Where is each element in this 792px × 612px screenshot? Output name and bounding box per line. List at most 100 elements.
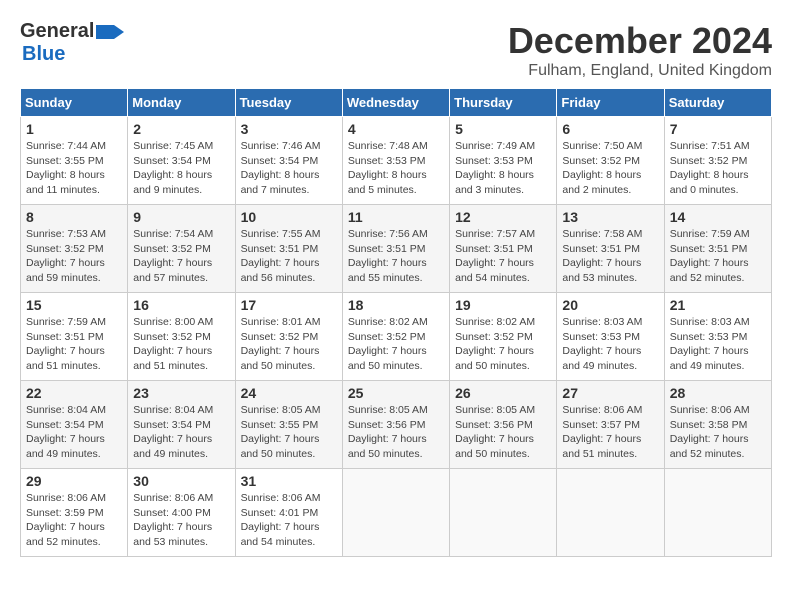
day-info: Sunrise: 7:59 AMSunset: 3:51 PMDaylight:… <box>670 227 766 286</box>
calendar-cell: 13Sunrise: 7:58 AMSunset: 3:51 PMDayligh… <box>557 205 664 293</box>
calendar-cell: 12 Sunrise: 7:57 AMSunset: 3:51 PMDayligh… <box>450 205 557 293</box>
day-info: Sunrise: 8:02 AMSunset: 3:52 PMDaylight:… <box>348 315 444 374</box>
weekday-header-tuesday: Tuesday <box>235 89 342 117</box>
location-subtitle: Fulham, England, United Kingdom <box>508 62 772 80</box>
calendar-cell: 28 Sunrise: 8:06 AMSunset: 3:58 PMDayligh… <box>664 381 771 469</box>
day-info: Sunrise: 7:54 AMSunset: 3:52 PMDaylight:… <box>133 227 229 286</box>
calendar-cell: 3 Sunrise: 7:46 AMSunset: 3:54 PMDaylight… <box>235 117 342 205</box>
page-header: General Blue December 2024 Fulham, Engla… <box>20 20 772 80</box>
day-info: Sunrise: 8:06 AMSunset: 4:00 PMDaylight:… <box>133 491 229 550</box>
calendar-cell: 18 Sunrise: 8:02 AMSunset: 3:52 PMDayligh… <box>342 293 449 381</box>
week-row-1: 1 Sunrise: 7:44 AMSunset: 3:55 PMDaylight… <box>21 117 772 205</box>
week-row-4: 22 Sunrise: 8:04 AMSunset: 3:54 PMDayligh… <box>21 381 772 469</box>
day-number: 12 <box>455 209 551 225</box>
day-number: 18 <box>348 297 444 313</box>
calendar-cell: 8 Sunrise: 7:53 AMSunset: 3:52 PMDaylight… <box>21 205 128 293</box>
calendar-cell: 5Sunrise: 7:49 AMSunset: 3:53 PMDaylight… <box>450 117 557 205</box>
day-number: 21 <box>670 297 766 313</box>
calendar-cell: 4 Sunrise: 7:48 AMSunset: 3:53 PMDaylight… <box>342 117 449 205</box>
day-number: 9 <box>133 209 229 225</box>
logo-blue: Blue <box>22 43 65 66</box>
calendar-cell: 21 Sunrise: 8:03 AMSunset: 3:53 PMDayligh… <box>664 293 771 381</box>
day-info: Sunrise: 7:50 AMSunset: 3:52 PMDaylight:… <box>562 139 658 198</box>
day-number: 28 <box>670 385 766 401</box>
day-number: 25 <box>348 385 444 401</box>
day-number: 14 <box>670 209 766 225</box>
day-info: Sunrise: 7:44 AMSunset: 3:55 PMDaylight:… <box>26 139 122 198</box>
month-title: December 2024 <box>508 20 772 62</box>
logo-icon <box>96 23 124 41</box>
day-number: 31 <box>241 473 337 489</box>
day-number: 4 <box>348 121 444 137</box>
logo-general: General <box>20 20 94 43</box>
day-number: 22 <box>26 385 122 401</box>
day-info: Sunrise: 8:03 AMSunset: 3:53 PMDaylight:… <box>562 315 658 374</box>
calendar-cell: 23Sunrise: 8:04 AMSunset: 3:54 PMDayligh… <box>128 381 235 469</box>
calendar-cell <box>342 469 449 557</box>
day-info: Sunrise: 8:04 AMSunset: 3:54 PMDaylight:… <box>133 403 229 462</box>
day-info: Sunrise: 7:51 AMSunset: 3:52 PMDaylight:… <box>670 139 766 198</box>
day-info: Sunrise: 7:57 AMSunset: 3:51 PMDaylight:… <box>455 227 551 286</box>
day-info: Sunrise: 8:06 AMSunset: 3:59 PMDaylight:… <box>26 491 122 550</box>
calendar-cell <box>450 469 557 557</box>
calendar-cell: 14 Sunrise: 7:59 AMSunset: 3:51 PMDayligh… <box>664 205 771 293</box>
day-number: 2 <box>133 121 229 137</box>
day-number: 11 <box>348 209 444 225</box>
day-info: Sunrise: 7:46 AMSunset: 3:54 PMDaylight:… <box>241 139 337 198</box>
calendar-cell: 9 Sunrise: 7:54 AMSunset: 3:52 PMDaylight… <box>128 205 235 293</box>
day-info: Sunrise: 7:48 AMSunset: 3:53 PMDaylight:… <box>348 139 444 198</box>
day-number: 6 <box>562 121 658 137</box>
calendar-cell <box>557 469 664 557</box>
day-number: 29 <box>26 473 122 489</box>
day-info: Sunrise: 7:53 AMSunset: 3:52 PMDaylight:… <box>26 227 122 286</box>
day-info: Sunrise: 7:56 AMSunset: 3:51 PMDaylight:… <box>348 227 444 286</box>
week-row-5: 29 Sunrise: 8:06 AMSunset: 3:59 PMDayligh… <box>21 469 772 557</box>
day-info: Sunrise: 8:02 AMSunset: 3:52 PMDaylight:… <box>455 315 551 374</box>
calendar-cell: 15 Sunrise: 7:59 AMSunset: 3:51 PMDayligh… <box>21 293 128 381</box>
day-info: Sunrise: 8:05 AMSunset: 3:55 PMDaylight:… <box>241 403 337 462</box>
day-info: Sunrise: 8:01 AMSunset: 3:52 PMDaylight:… <box>241 315 337 374</box>
calendar-cell: 24Sunrise: 8:05 AMSunset: 3:55 PMDayligh… <box>235 381 342 469</box>
day-number: 19 <box>455 297 551 313</box>
day-info: Sunrise: 7:59 AMSunset: 3:51 PMDaylight:… <box>26 315 122 374</box>
weekday-header-wednesday: Wednesday <box>342 89 449 117</box>
weekday-header-thursday: Thursday <box>450 89 557 117</box>
day-number: 1 <box>26 121 122 137</box>
day-info: Sunrise: 8:04 AMSunset: 3:54 PMDaylight:… <box>26 403 122 462</box>
day-number: 26 <box>455 385 551 401</box>
calendar-cell: 29 Sunrise: 8:06 AMSunset: 3:59 PMDayligh… <box>21 469 128 557</box>
day-info: Sunrise: 8:05 AMSunset: 3:56 PMDaylight:… <box>455 403 551 462</box>
day-number: 17 <box>241 297 337 313</box>
week-row-3: 15 Sunrise: 7:59 AMSunset: 3:51 PMDayligh… <box>21 293 772 381</box>
calendar-cell <box>664 469 771 557</box>
calendar-cell: 25Sunrise: 8:05 AMSunset: 3:56 PMDayligh… <box>342 381 449 469</box>
day-number: 3 <box>241 121 337 137</box>
weekday-header-sunday: Sunday <box>21 89 128 117</box>
day-number: 13 <box>562 209 658 225</box>
calendar-cell: 11 Sunrise: 7:56 AMSunset: 3:51 PMDayligh… <box>342 205 449 293</box>
day-number: 7 <box>670 121 766 137</box>
day-number: 15 <box>26 297 122 313</box>
calendar-cell: 26 Sunrise: 8:05 AMSunset: 3:56 PMDayligh… <box>450 381 557 469</box>
day-number: 8 <box>26 209 122 225</box>
week-row-2: 8 Sunrise: 7:53 AMSunset: 3:52 PMDaylight… <box>21 205 772 293</box>
day-number: 27 <box>562 385 658 401</box>
calendar-cell: 19 Sunrise: 8:02 AMSunset: 3:52 PMDayligh… <box>450 293 557 381</box>
day-info: Sunrise: 8:00 AMSunset: 3:52 PMDaylight:… <box>133 315 229 374</box>
day-number: 10 <box>241 209 337 225</box>
day-info: Sunrise: 7:49 AMSunset: 3:53 PMDaylight:… <box>455 139 551 198</box>
calendar-cell: 17 Sunrise: 8:01 AMSunset: 3:52 PMDayligh… <box>235 293 342 381</box>
calendar-cell: 27 Sunrise: 8:06 AMSunset: 3:57 PMDayligh… <box>557 381 664 469</box>
calendar-cell: 2 Sunrise: 7:45 AMSunset: 3:54 PMDaylight… <box>128 117 235 205</box>
day-info: Sunrise: 7:45 AMSunset: 3:54 PMDaylight:… <box>133 139 229 198</box>
calendar-cell: 10Sunrise: 7:55 AMSunset: 3:51 PMDayligh… <box>235 205 342 293</box>
day-number: 16 <box>133 297 229 313</box>
day-info: Sunrise: 8:06 AMSunset: 3:57 PMDaylight:… <box>562 403 658 462</box>
calendar-cell: 16 Sunrise: 8:00 AMSunset: 3:52 PMDayligh… <box>128 293 235 381</box>
day-info: Sunrise: 8:06 AMSunset: 3:58 PMDaylight:… <box>670 403 766 462</box>
day-info: Sunrise: 8:06 AMSunset: 4:01 PMDaylight:… <box>241 491 337 550</box>
day-info: Sunrise: 8:03 AMSunset: 3:53 PMDaylight:… <box>670 315 766 374</box>
calendar-cell: 22 Sunrise: 8:04 AMSunset: 3:54 PMDayligh… <box>21 381 128 469</box>
calendar-cell: 1 Sunrise: 7:44 AMSunset: 3:55 PMDaylight… <box>21 117 128 205</box>
title-section: December 2024 Fulham, England, United Ki… <box>508 20 772 80</box>
